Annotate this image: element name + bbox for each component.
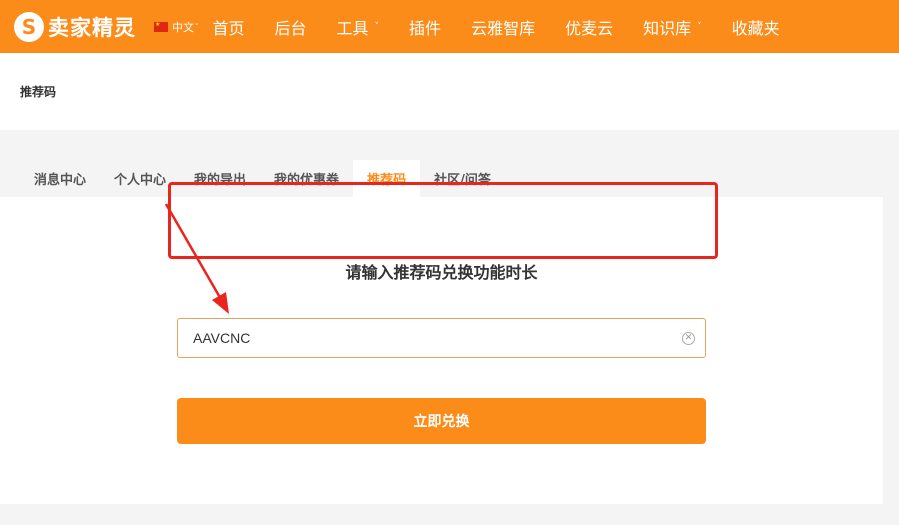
- tab-0[interactable]: 消息中心: [20, 160, 100, 197]
- breadcrumb-bar: 推荐码: [0, 53, 899, 130]
- nav-item-label: 收藏夹: [731, 18, 780, 38]
- page-title: 请输入推荐码兑换功能时长: [345, 263, 538, 282]
- nav-item-label: 云雅智库: [471, 18, 536, 38]
- chevron-down-icon: ˅: [374, 21, 380, 32]
- breadcrumb: 推荐码: [20, 85, 57, 99]
- top-navbar: S 卖家精灵 中文 ˅ 首页 后台 工具 ˅ 插件 云雅智库 优麦云 知识库 ˅ 收藏夹: [0, 0, 899, 53]
- nav-item-2[interactable]: 工具 ˅: [337, 15, 380, 39]
- nav-item-1[interactable]: 后台: [275, 15, 307, 39]
- nav-item-label: 优麦云: [565, 18, 614, 38]
- china-flag-icon: [154, 21, 168, 32]
- logo[interactable]: S 卖家精灵: [14, 0, 136, 53]
- logo-icon: S: [14, 11, 44, 42]
- main-nav: 首页 后台 工具 ˅ 插件 云雅智库 优麦云 知识库 ˅ 收藏夹: [213, 0, 810, 53]
- logo-text: 卖家精灵: [48, 15, 136, 40]
- nav-item-label: 工具: [336, 18, 369, 38]
- nav-item-3[interactable]: 插件: [409, 15, 441, 39]
- nav-item-label: 后台: [274, 18, 307, 38]
- clear-icon[interactable]: ✕: [682, 332, 695, 345]
- nav-item-4[interactable]: 云雅智库: [471, 15, 535, 39]
- nav-item-0[interactable]: 首页: [213, 15, 245, 39]
- annotation-highlight-box: [168, 182, 718, 259]
- nav-item-label: 插件: [409, 18, 442, 38]
- chevron-down-icon: ˅: [195, 22, 199, 31]
- nav-item-5[interactable]: 优麦云: [565, 15, 613, 39]
- nav-item-label: 知识库: [643, 18, 692, 38]
- referral-code-field[interactable]: ✕: [177, 318, 706, 358]
- chevron-down-icon: ˅: [697, 21, 702, 32]
- language-label: 中文: [172, 20, 194, 34]
- redeem-button[interactable]: 立即兑换: [177, 398, 706, 444]
- language-selector[interactable]: 中文 ˅: [154, 19, 199, 35]
- referral-code-input[interactable]: [193, 330, 663, 346]
- nav-item-label: 首页: [212, 18, 245, 38]
- nav-item-7[interactable]: 收藏夹: [732, 15, 780, 39]
- nav-item-6[interactable]: 知识库 ˅: [643, 15, 702, 39]
